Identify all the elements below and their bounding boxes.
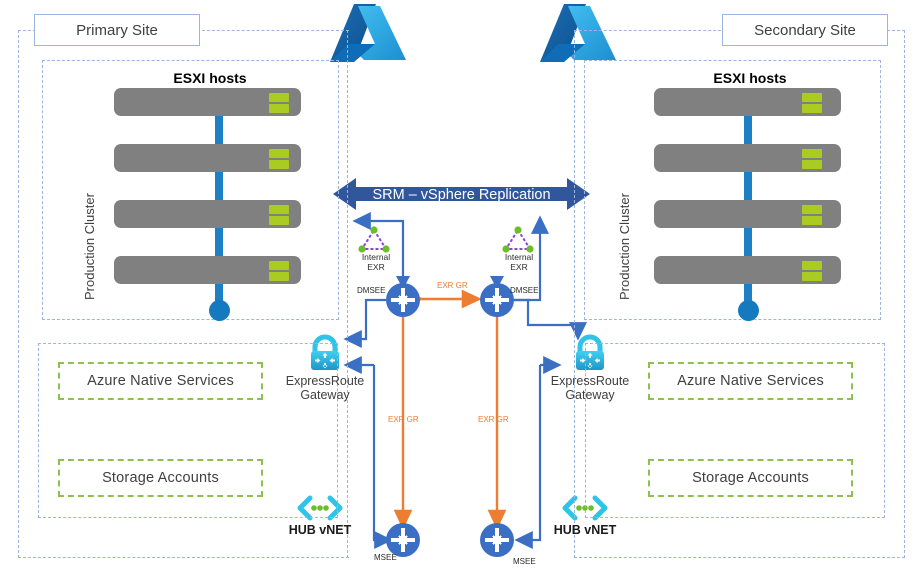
host-led-icon: [802, 216, 822, 225]
storage-accounts-box-secondary[interactable]: Storage Accounts: [648, 459, 853, 497]
msee-label-right: MSEE: [513, 557, 536, 566]
azure-native-services-box-secondary[interactable]: Azure Native Services: [648, 362, 853, 400]
exr-gr-label-left: EXR GR: [388, 415, 419, 424]
exr-gr-label-right: EXR GR: [478, 415, 509, 424]
site-label-secondary: Secondary Site: [722, 14, 888, 46]
production-cluster-label-secondary: Production Cluster: [617, 193, 632, 300]
expressroute-gateway-label-line1: ExpressRoute: [285, 374, 365, 388]
host-led-icon: [269, 149, 289, 158]
host-led-icon: [802, 205, 822, 214]
dmsee-label-left: DMSEE: [357, 286, 386, 295]
architecture-diagram: SRM – vSphere Replication Primary Site P…: [0, 0, 923, 572]
site-container-secondary-left-edge: [574, 30, 576, 558]
expressroute-gateway-label-primary: ExpressRoute Gateway: [272, 374, 378, 403]
azure-native-services-label-secondary: Azure Native Services: [677, 373, 824, 389]
storage-accounts-box-primary[interactable]: Storage Accounts: [58, 459, 263, 497]
exr-gr-label-center: EXR GR: [437, 281, 468, 290]
production-cluster-label-primary: Production Cluster: [82, 193, 97, 300]
host-led-icon: [802, 160, 822, 169]
msee-label-left: MSEE: [374, 553, 397, 562]
host-led-icon: [802, 272, 822, 281]
host-led-icon: [269, 261, 289, 270]
esxi-hosts-title-primary: ESXI hosts: [173, 70, 247, 86]
host-led-icon: [269, 216, 289, 225]
storage-accounts-label-primary: Storage Accounts: [102, 470, 219, 486]
internal-exr-label-left-line2: EXR: [367, 261, 385, 272]
host-led-icon: [802, 149, 822, 158]
srm-banner: SRM – vSphere Replication: [333, 178, 590, 211]
host-led-icon: [269, 272, 289, 281]
internal-exr-label-right-line2: EXR: [510, 261, 528, 272]
esxi-host-primary-3: [114, 200, 301, 228]
internal-exr-icon-right: [502, 226, 534, 253]
host-led-icon: [802, 104, 822, 113]
azure-native-services-box-primary[interactable]: Azure Native Services: [58, 362, 263, 400]
router-msee-left: [386, 523, 420, 557]
expressroute-gateway-label-line2: Gateway: [565, 388, 615, 403]
router-dmsee-right: [480, 283, 514, 317]
esxi-host-secondary-2: [654, 144, 841, 172]
host-led-icon: [269, 104, 289, 113]
host-led-icon: [269, 205, 289, 214]
left-dmsee-to-gateway-link: [343, 298, 386, 349]
internal-exr-label-left: Internal EXR: [349, 252, 403, 272]
site-container-primary-right-edge: [347, 30, 349, 558]
dmsee-label-right: DMSEE: [510, 286, 539, 295]
hub-vnet-label-primary: HUB vNET: [288, 523, 352, 537]
expressroute-gateway-label-line2: Gateway: [300, 388, 350, 403]
site-label-primary: Primary Site: [34, 14, 200, 46]
cluster-spine-terminator-primary: [209, 300, 230, 321]
internal-exr-label-right: Internal EXR: [492, 252, 546, 272]
storage-accounts-label-secondary: Storage Accounts: [692, 470, 809, 486]
esxi-host-secondary-4: [654, 256, 841, 284]
esxi-hosts-title-secondary: ESXI hosts: [713, 70, 787, 86]
esxi-host-secondary-1: [654, 88, 841, 116]
router-msee-right: [480, 523, 514, 557]
expressroute-gateway-label-secondary: ExpressRoute Gateway: [537, 374, 643, 403]
host-led-icon: [802, 93, 822, 102]
router-dmsee-left: [386, 283, 420, 317]
cluster-spine-terminator-secondary: [738, 300, 759, 321]
expressroute-gateway-label-line1: ExpressRoute: [550, 374, 630, 388]
esxi-host-primary-4: [114, 256, 301, 284]
host-led-icon: [802, 261, 822, 270]
esxi-host-secondary-3: [654, 200, 841, 228]
hub-vnet-label-secondary: HUB vNET: [553, 523, 617, 537]
esxi-host-primary-2: [114, 144, 301, 172]
esxi-host-primary-1: [114, 88, 301, 116]
host-led-icon: [269, 160, 289, 169]
host-led-icon: [269, 93, 289, 102]
right-dmsee-to-gateway-link: [514, 298, 588, 341]
srm-banner-label: SRM – vSphere Replication: [372, 186, 551, 203]
internal-exr-icon-left: [358, 226, 390, 253]
azure-native-services-label-primary: Azure Native Services: [87, 373, 234, 389]
